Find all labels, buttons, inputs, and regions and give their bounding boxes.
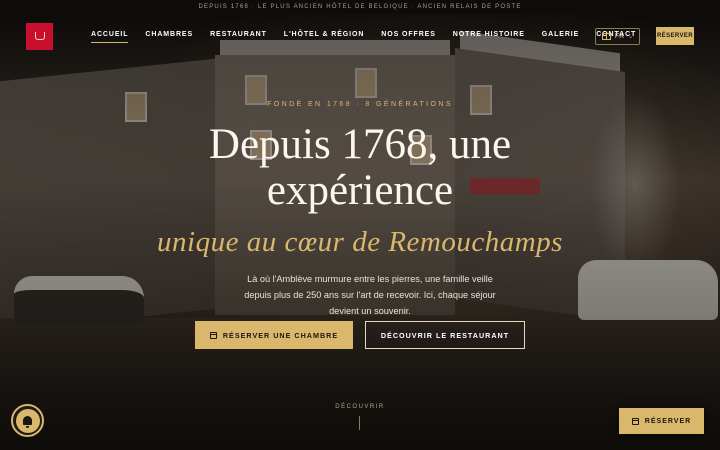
nav-item-chambres[interactable]: CHAMBRES bbox=[145, 31, 193, 38]
language-selector[interactable]: FR ⌄ bbox=[595, 28, 640, 45]
hero-background-image bbox=[0, 0, 720, 450]
hotel-logo[interactable] bbox=[26, 23, 53, 50]
bell-icon bbox=[23, 416, 32, 428]
main-navigation: ACCUEIL CHAMBRES RESTAURANT L'HÔTEL & RÉ… bbox=[0, 14, 720, 60]
floating-reserve-button[interactable]: RÉSERVER bbox=[619, 408, 704, 434]
announcement-text: DEPUIS 1768 · LE PLUS ANCIEN HÔTEL DE BE… bbox=[198, 4, 522, 10]
discover-restaurant-label: DÉCOUVRIR LE RESTAURANT bbox=[380, 330, 510, 340]
bell-icon-container bbox=[15, 408, 40, 433]
hero-headline-italic: unique au cœur de Remouchamps bbox=[157, 226, 563, 258]
reserve-room-label: RÉSERVER UNE CHAMBRE bbox=[222, 330, 339, 340]
hero-lead: Là où l'Amblève murmure entre les pierre… bbox=[244, 274, 496, 316]
announcement-bar: DEPUIS 1768 · LE PLUS ANCIEN HÔTEL DE BE… bbox=[0, 0, 720, 14]
nav-item-histoire[interactable]: NOTRE HISTOIRE bbox=[453, 31, 525, 38]
nav-item-hotel-region[interactable]: L'HÔTEL & RÉGION bbox=[284, 31, 365, 38]
language-icon bbox=[601, 33, 611, 40]
notification-bell-button[interactable] bbox=[11, 404, 44, 437]
scroll-indicator-line bbox=[359, 416, 360, 430]
language-label: FR bbox=[614, 33, 625, 40]
scroll-discover-label: DÉCOUVRIR bbox=[335, 404, 385, 410]
discover-restaurant-button[interactable]: DÉCOUVRIR LE RESTAURANT bbox=[365, 321, 525, 349]
floating-reserve-label: RÉSERVER bbox=[644, 417, 692, 425]
calendar-icon bbox=[209, 331, 217, 339]
chevron-down-icon: ⌄ bbox=[628, 34, 634, 40]
reserve-button[interactable]: RÉSERVER bbox=[656, 27, 694, 45]
scroll-discover-link[interactable]: DÉCOUVRIR bbox=[0, 404, 720, 410]
hero-eyebrow: FONDÉ EN 1768 · 8 GÉNÉRATIONS bbox=[267, 101, 453, 108]
nav-item-galerie[interactable]: GALERIE bbox=[542, 31, 579, 38]
nav-item-accueil[interactable]: ACCUEIL bbox=[91, 31, 129, 43]
calendar-icon bbox=[631, 417, 639, 425]
nav-item-offres[interactable]: NOS OFFRES bbox=[381, 31, 436, 38]
hero-headline: Depuis 1768, une expérience bbox=[208, 121, 512, 214]
hero-overlay bbox=[0, 0, 720, 450]
nav-item-restaurant[interactable]: RESTAURANT bbox=[210, 31, 267, 38]
reserve-room-button[interactable]: RÉSERVER UNE CHAMBRE bbox=[195, 321, 353, 349]
crown-icon bbox=[34, 31, 45, 40]
nav-menu: ACCUEIL CHAMBRES RESTAURANT L'HÔTEL & RÉ… bbox=[91, 31, 653, 43]
